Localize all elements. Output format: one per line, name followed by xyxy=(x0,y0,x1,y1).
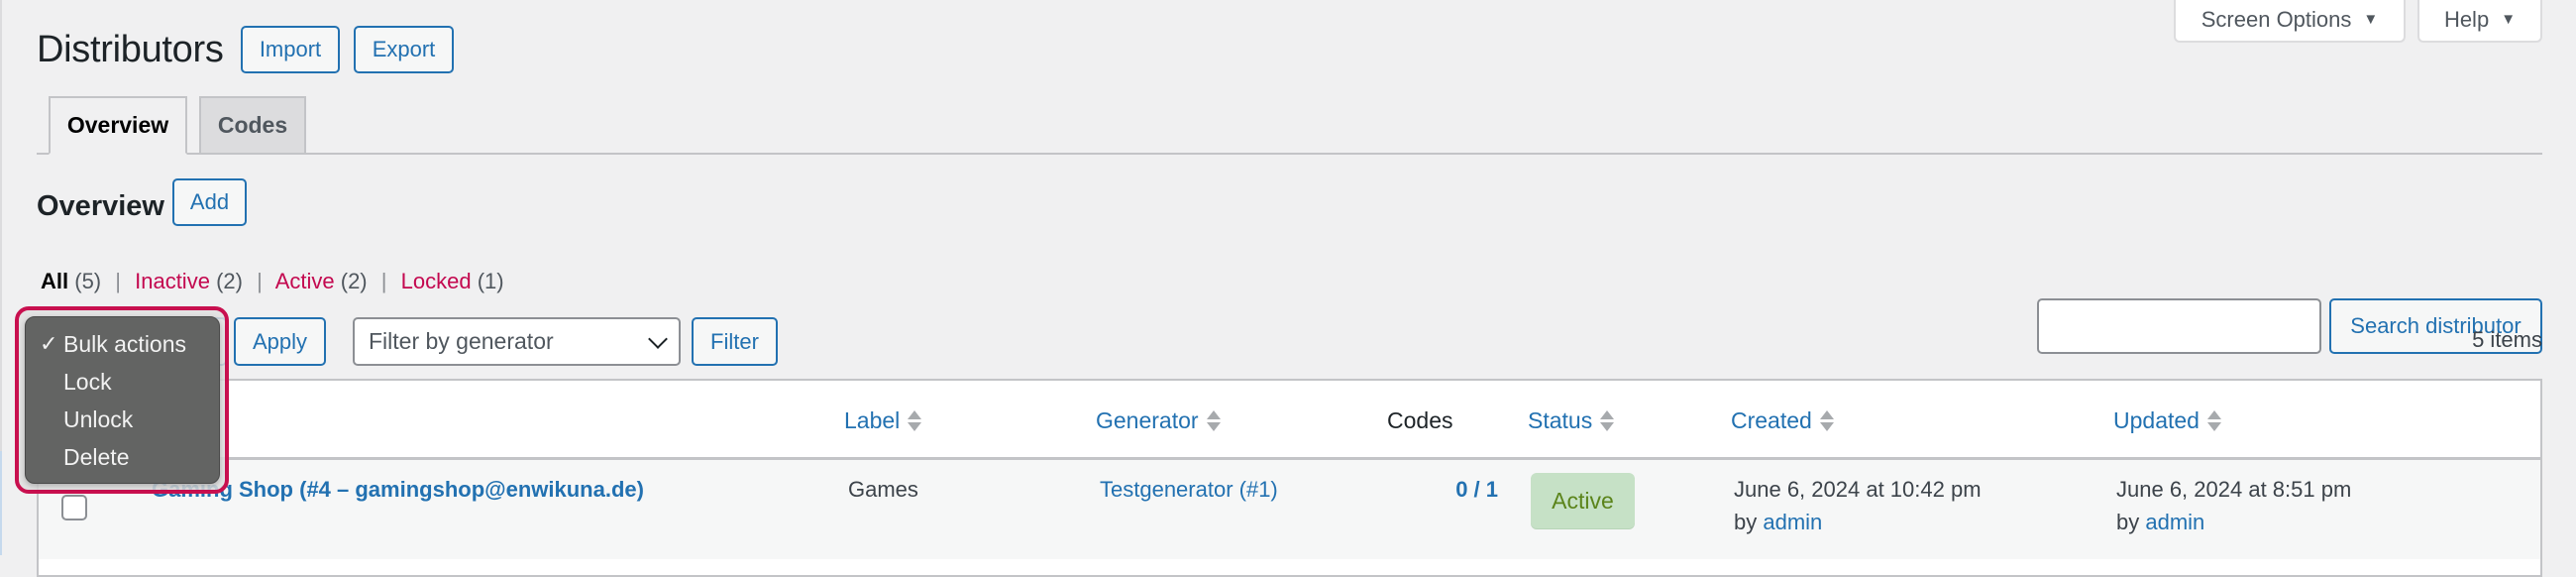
cell-updated: June 6, 2024 at 8:51 pm xyxy=(2116,477,2352,502)
column-label-text: Label xyxy=(844,407,901,433)
items-count: 5 items xyxy=(2472,327,2542,352)
filter-inactive[interactable]: Inactive xyxy=(135,269,210,293)
sort-icon xyxy=(1206,409,1221,431)
filter-active[interactable]: Active xyxy=(275,269,335,293)
cell-label: Games xyxy=(848,477,918,502)
column-header-created[interactable]: Created xyxy=(1731,406,1834,434)
status-badge: Active xyxy=(1531,473,1635,528)
caret-down-icon: ▼ xyxy=(2363,11,2379,28)
created-by-user-link[interactable]: admin xyxy=(1763,510,1822,534)
help-label: Help xyxy=(2443,6,2490,32)
caret-down-icon: ▼ xyxy=(2501,11,2517,28)
filter-all-count: (5) xyxy=(74,269,102,293)
screen-options-label: Screen Options xyxy=(2200,6,2352,32)
tab-divider xyxy=(37,153,2542,155)
sort-icon xyxy=(1819,409,1834,431)
export-button[interactable]: Export xyxy=(354,26,454,73)
column-header-codes: Codes xyxy=(1387,406,1452,434)
column-codes-text: Codes xyxy=(1387,407,1453,433)
separator: | xyxy=(115,269,121,293)
filter-all[interactable]: All xyxy=(41,269,68,293)
generator-filter-select[interactable]: Filter by generator xyxy=(353,317,681,366)
filter-inactive-count: (2) xyxy=(216,269,243,293)
cell-created-by: by admin xyxy=(1734,510,1822,535)
sort-icon xyxy=(2206,409,2221,431)
cell-updated-by: by admin xyxy=(2116,510,2204,535)
bulk-actions-dropdown-menu: ✓ Bulk actions Lock Unlock Delete xyxy=(25,316,220,484)
by-prefix: by xyxy=(2116,510,2140,534)
chevron-down-icon xyxy=(648,329,668,349)
filter-active-count: (2) xyxy=(340,269,368,293)
admin-sidebar-edge-highlight xyxy=(0,451,2,555)
updated-by-user-link[interactable]: admin xyxy=(2145,510,2204,534)
column-updated-text: Updated xyxy=(2113,407,2200,433)
status-filter-links: All (5) | Inactive (2) | Active (2) | Lo… xyxy=(41,269,504,294)
filter-locked[interactable]: Locked xyxy=(401,269,472,293)
tab-codes[interactable]: Codes xyxy=(199,96,306,155)
sort-icon xyxy=(908,409,922,431)
column-header-label[interactable]: Label xyxy=(844,406,922,434)
option-label: Bulk actions xyxy=(63,330,187,357)
column-generator-text: Generator xyxy=(1096,407,1199,433)
sort-icon xyxy=(1600,409,1615,431)
column-header-updated[interactable]: Updated xyxy=(2113,406,2221,434)
tab-overview[interactable]: Overview xyxy=(49,96,187,155)
column-created-text: Created xyxy=(1731,407,1812,433)
separator: | xyxy=(380,269,387,293)
bulk-option-delete[interactable]: Delete xyxy=(26,438,219,476)
search-input[interactable] xyxy=(2037,298,2321,354)
add-button[interactable]: Add xyxy=(172,178,247,226)
row-checkbox[interactable] xyxy=(61,495,87,520)
generator-filter-value: Filter by generator xyxy=(369,328,554,354)
column-status-text: Status xyxy=(1528,407,1593,433)
help-button[interactable]: Help ▼ xyxy=(2417,0,2542,43)
page-title: Distributors xyxy=(37,29,224,70)
bulk-option-lock[interactable]: Lock xyxy=(26,363,219,401)
column-header-status[interactable]: Status xyxy=(1528,406,1615,434)
cell-codes-link[interactable]: 0 / 1 xyxy=(1417,477,1498,503)
filter-locked-count: (1) xyxy=(477,269,504,293)
bulk-option-unlock[interactable]: Unlock xyxy=(26,401,219,438)
by-prefix: by xyxy=(1734,510,1758,534)
bulk-option-bulk-actions[interactable]: ✓ Bulk actions xyxy=(26,325,219,363)
checkmark-icon: ✓ xyxy=(40,331,58,356)
section-title: Overview xyxy=(37,190,164,222)
option-label: Lock xyxy=(63,368,112,395)
option-label: Unlock xyxy=(63,405,134,432)
filter-button[interactable]: Filter xyxy=(692,317,778,366)
separator: | xyxy=(257,269,263,293)
import-button[interactable]: Import xyxy=(241,26,340,73)
cell-generator-link[interactable]: Testgenerator (#1) xyxy=(1100,477,1278,503)
screen-options-button[interactable]: Screen Options ▼ xyxy=(2174,0,2406,43)
cell-created: June 6, 2024 at 10:42 pm xyxy=(1734,477,1982,502)
apply-button[interactable]: Apply xyxy=(234,317,326,366)
column-header-generator[interactable]: Generator xyxy=(1096,406,1221,434)
option-label: Delete xyxy=(63,443,130,470)
